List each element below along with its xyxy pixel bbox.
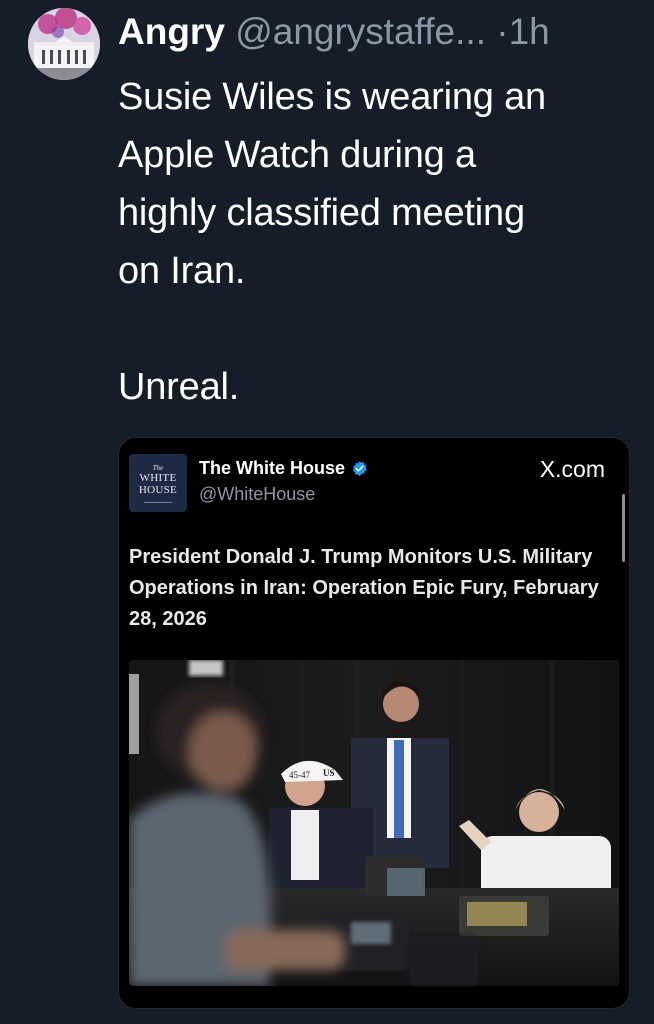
embed-headline: President Donald J. Trump Monitors U.S. … bbox=[129, 546, 599, 630]
tweet-text-line: on Iran. bbox=[118, 250, 246, 292]
tweet-text: Susie Wiles is wearing an Apple Watch du… bbox=[118, 68, 638, 416]
header-separator: · bbox=[496, 11, 509, 52]
logo-text-line: HOUSE bbox=[138, 483, 178, 496]
logo-text-small: The bbox=[152, 463, 164, 472]
tweet-timestamp[interactable]: 1h bbox=[509, 11, 550, 52]
author-handle[interactable]: @angrystaffe... bbox=[235, 11, 486, 52]
tweet-text-line: Susie Wiles is wearing an bbox=[118, 76, 546, 118]
embedded-post-card[interactable]: The WHITE HOUSE The White House @WhiteHo… bbox=[118, 437, 630, 1009]
author-name[interactable]: Angry bbox=[118, 11, 225, 52]
cap-text: 45-47 bbox=[289, 770, 310, 780]
tweet-text-line: Apple Watch during a bbox=[118, 134, 476, 176]
embed-account-name-label: The White House bbox=[199, 458, 346, 478]
tweet-text-line: highly classified meeting bbox=[118, 192, 525, 234]
white-house-logo[interactable]: The WHITE HOUSE bbox=[129, 454, 187, 512]
embed-account-name[interactable]: The White House bbox=[199, 458, 368, 479]
embed-scrollbar[interactable] bbox=[622, 494, 625, 562]
embed-source-label[interactable]: X.com bbox=[540, 456, 605, 483]
verified-badge-icon bbox=[352, 461, 367, 476]
tweet-header: Angry @angrystaffe... ·1h bbox=[118, 10, 644, 54]
logo-rule bbox=[144, 501, 172, 503]
profile-avatar[interactable] bbox=[28, 8, 100, 80]
situation-room-photo: 45-47 US bbox=[129, 660, 619, 986]
logo-text-line: WHITE bbox=[139, 471, 177, 484]
embed-account-handle[interactable]: @WhiteHouse bbox=[199, 484, 315, 505]
cap-text-side: US bbox=[323, 768, 335, 778]
tweet-text-line: Unreal. bbox=[118, 366, 240, 408]
white-house-avatar-icon bbox=[28, 8, 100, 80]
embed-photo[interactable]: 45-47 US bbox=[129, 660, 619, 986]
